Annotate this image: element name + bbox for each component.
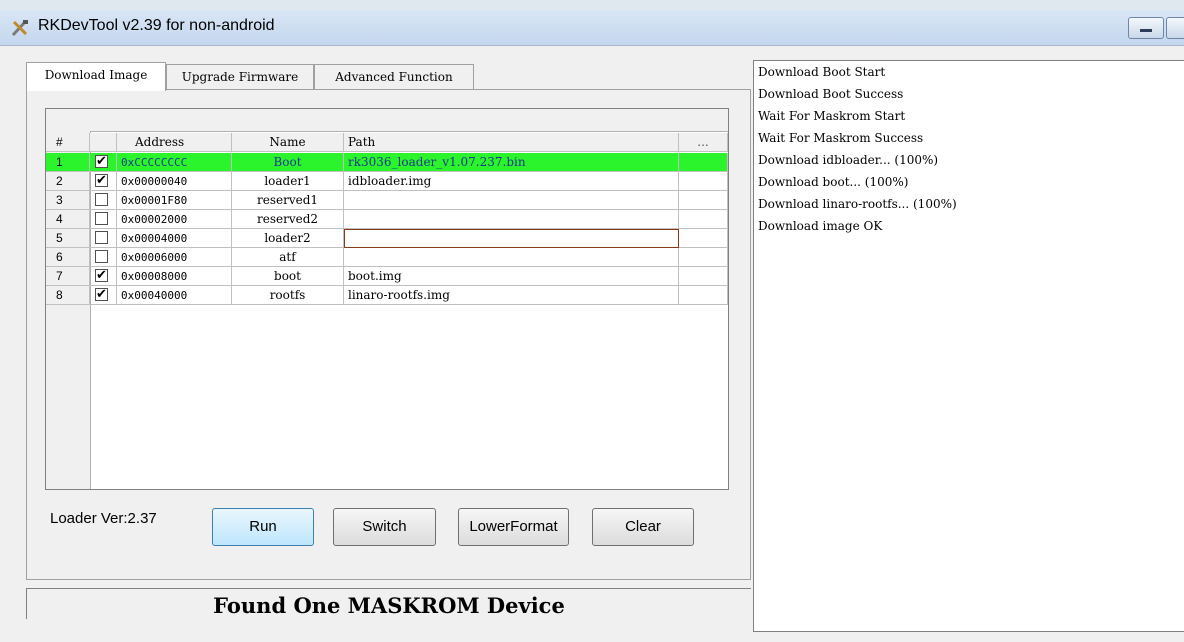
minimize-icon [1140,29,1152,32]
tab-advanced-function[interactable]: Advanced Function [314,64,474,90]
row-check-cell [90,191,117,210]
row-address[interactable]: 0x00001F80 [117,191,232,210]
row-check-cell: ✔ [90,267,117,286]
row-checkbox[interactable]: ✔ [95,174,108,187]
table-row[interactable]: 7 ✔ 0x00008000 boot boot.img [46,267,728,286]
tab-upgrade-firmware[interactable]: Upgrade Firmware [166,64,314,90]
table-row[interactable]: 3 0x00001F80 reserved1 [46,191,728,210]
row-name[interactable]: Boot [232,153,344,172]
row-address[interactable]: 0xCCCCCCCC [117,153,232,172]
row-address[interactable]: 0x00004000 [117,229,232,248]
row-checkbox[interactable] [95,250,108,263]
row-checkbox[interactable] [95,193,108,206]
row-address[interactable]: 0x00000040 [117,172,232,191]
table-row[interactable]: 2 ✔ 0x00000040 loader1 idbloader.img [46,172,728,191]
log-line: Download image OK [758,219,883,233]
app-tools-icon [11,20,28,37]
log-line: Wait For Maskrom Success [758,131,924,145]
row-browse[interactable] [679,210,728,229]
screen-top-strip [0,0,1184,10]
row-address[interactable]: 0x00040000 [117,286,232,305]
row-path[interactable]: boot.img [344,267,679,286]
header-name: Name [232,133,344,152]
minimize-button[interactable] [1128,17,1164,39]
loader-version: Loader Ver:2.37 [50,510,157,527]
log-line: Download Boot Start [758,65,886,79]
row-check-cell [90,229,117,248]
window-title: RKDevTool v2.39 for non-android [38,17,275,34]
header-path: Path [344,133,679,152]
row-browse[interactable] [679,229,728,248]
row-name[interactable]: atf [232,248,344,267]
table-row[interactable]: 4 0x00002000 reserved2 [46,210,728,229]
row-num: 4 [46,210,90,229]
row-path[interactable]: rk3036_loader_v1.07.237.bin [344,153,679,172]
row-num: 7 [46,267,90,286]
row-check-cell [90,210,117,229]
title-bar[interactable]: RKDevTool v2.39 for non-android [0,10,1184,46]
row-browse[interactable] [679,286,728,305]
row-checkbox[interactable] [95,231,108,244]
maximize-button[interactable] [1166,17,1184,39]
log-line: Download boot... (100%) [758,175,909,189]
table-top-strip [46,109,728,132]
table-row[interactable]: 1 ✔ 0xCCCCCCCC Boot rk3036_loader_v1.07.… [46,153,728,172]
row-browse[interactable] [679,248,728,267]
tab-download-image[interactable]: Download Image [26,62,166,91]
row-check-cell [90,248,117,267]
row-address[interactable]: 0x00002000 [117,210,232,229]
run-button[interactable]: Run [212,508,314,546]
table-row[interactable]: 6 0x00006000 atf [46,248,728,267]
row-num: 2 [46,172,90,191]
row-check-cell: ✔ [90,153,117,172]
row-path[interactable]: linaro-rootfs.img [344,286,679,305]
row-num: 1 [46,153,90,172]
clear-button[interactable]: Clear [592,508,694,546]
header-num: # [46,133,90,152]
log-line: Wait For Maskrom Start [758,109,906,123]
row-browse[interactable] [679,191,728,210]
lower-format-button[interactable]: LowerFormat [458,508,569,546]
log-line: Download Boot Success [758,87,904,101]
row-browse[interactable] [679,153,728,172]
row-check-cell: ✔ [90,286,117,305]
row-checkbox[interactable] [95,212,108,225]
table-header: # Address Name Path ... [46,133,728,152]
row-checkbox[interactable]: ✔ [95,269,108,282]
row-name[interactable]: loader1 [232,172,344,191]
header-address: Address [117,133,232,152]
header-more[interactable]: ... [679,133,728,152]
row-num: 8 [46,286,90,305]
table-row[interactable]: 5 0x00004000 loader2 [46,229,728,248]
row-num: 6 [46,248,90,267]
row-name[interactable]: boot [232,267,344,286]
row-browse[interactable] [679,267,728,286]
row-path[interactable] [344,248,679,267]
row-num: 5 [46,229,90,248]
row-name[interactable]: rootfs [232,286,344,305]
row-path-edit-field[interactable] [344,229,679,248]
log-line: Download linaro-rootfs... (100%) [758,197,957,211]
row-name[interactable]: loader2 [232,229,344,248]
row-path[interactable]: idbloader.img [344,172,679,191]
row-path[interactable] [344,210,679,229]
row-name[interactable]: reserved1 [232,191,344,210]
log-line: Download idbloader... (100%) [758,153,939,167]
row-checkbox[interactable]: ✔ [95,288,108,301]
row-path[interactable] [344,191,679,210]
row-num: 3 [46,191,90,210]
row-checkbox[interactable]: ✔ [95,155,108,168]
switch-button[interactable]: Switch [333,508,436,546]
row-address[interactable]: 0x00006000 [117,248,232,267]
table-row[interactable]: 8 ✔ 0x00040000 rootfs linaro-rootfs.img [46,286,728,305]
row-check-cell: ✔ [90,172,117,191]
row-name[interactable]: reserved2 [232,210,344,229]
status-bar: Found One MASKROM Device [26,588,751,619]
header-check [90,133,117,152]
partition-table[interactable]: # Address Name Path ... 1 ✔ 0xCCCCCCCC B… [45,108,729,490]
row-browse[interactable] [679,172,728,191]
row-address[interactable]: 0x00008000 [117,267,232,286]
log-panel[interactable]: Download Boot Start Download Boot Succes… [753,60,1184,632]
